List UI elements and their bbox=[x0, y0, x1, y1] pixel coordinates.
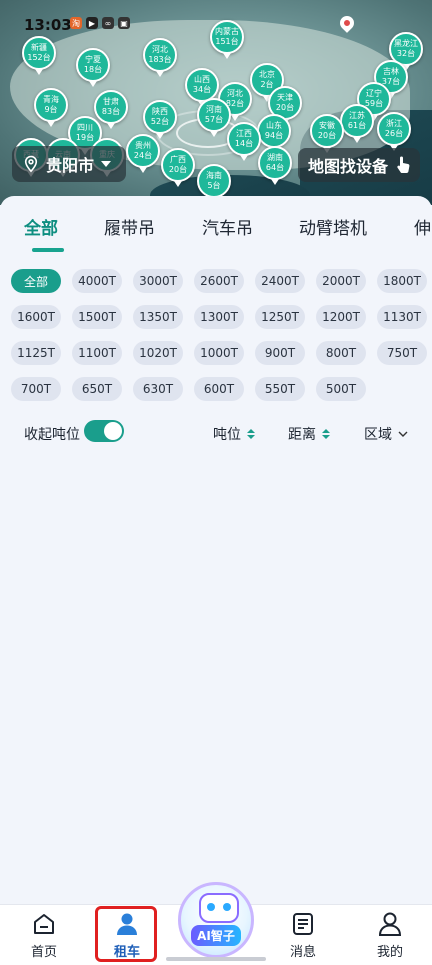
ai-assistant-button[interactable]: AI智子 bbox=[178, 882, 254, 958]
location-icon bbox=[24, 155, 38, 173]
message-icon bbox=[293, 913, 313, 935]
province-map[interactable]: 13:03 淘 ▶ ∞ ▣ 新疆 152台 宁夏 18台 河北 183台 内蒙古 151… bbox=[0, 0, 432, 205]
city-name: 贵阳市 bbox=[46, 156, 95, 175]
nav-home[interactable]: 首页 bbox=[14, 911, 74, 960]
tab-all[interactable]: 全部 bbox=[24, 214, 58, 239]
province-pin[interactable]: 宁夏 18台 bbox=[76, 48, 110, 87]
tonnage-chip[interactable]: 2400T bbox=[255, 269, 305, 293]
tonnage-chip[interactable]: 1250T bbox=[255, 305, 305, 329]
sort-distance[interactable]: 距离 bbox=[288, 424, 330, 444]
tonnage-chip[interactable]: 1000T bbox=[194, 341, 244, 365]
caret-down-icon bbox=[101, 161, 112, 167]
sort-tonnage[interactable]: 吨位 bbox=[213, 424, 255, 444]
tonnage-chip[interactable]: 1300T bbox=[194, 305, 244, 329]
link-icon: ∞ bbox=[102, 17, 114, 29]
tonnage-chip[interactable]: 2600T bbox=[194, 269, 244, 293]
tonnage-chip[interactable]: 1130T bbox=[377, 305, 427, 329]
tab-telescopic[interactable]: 伸 bbox=[414, 214, 431, 239]
province-pin[interactable]: 河北 183台 bbox=[143, 38, 177, 77]
nav-mine[interactable]: 我的 bbox=[360, 911, 420, 960]
tab-luffing-tower-crane[interactable]: 动臂塔机 bbox=[299, 214, 367, 239]
tonnage-chip[interactable]: 1125T bbox=[11, 341, 61, 365]
app-icon: ▣ bbox=[118, 17, 130, 29]
sort-distance-label: 距离 bbox=[288, 427, 316, 443]
province-pin[interactable]: 广西 20台 bbox=[161, 148, 195, 187]
province-pin[interactable]: 湖南 64台 bbox=[258, 146, 292, 185]
tonnage-chip[interactable]: 2000T bbox=[316, 269, 366, 293]
status-icons: 淘 ▶ ∞ ▣ bbox=[70, 17, 130, 29]
province-pin[interactable]: 安徽 20台 bbox=[310, 114, 344, 153]
tonnage-chip[interactable]: 全部 bbox=[11, 269, 61, 293]
province-pin[interactable]: 江西 14台 bbox=[227, 122, 261, 161]
nav-mine-label: 我的 bbox=[376, 945, 403, 960]
profile-icon bbox=[378, 912, 402, 936]
tab-truck-crane[interactable]: 汽车吊 bbox=[202, 214, 253, 239]
region-filter[interactable]: 区域 bbox=[364, 424, 408, 444]
filter-row: 收起吨位 吨位 距离 区域 bbox=[0, 420, 432, 446]
sort-tonnage-label: 吨位 bbox=[213, 427, 241, 443]
tonnage-chip[interactable]: 700T bbox=[11, 377, 61, 401]
tonnage-chip[interactable]: 1020T bbox=[133, 341, 183, 365]
tonnage-chip[interactable]: 500T bbox=[316, 377, 366, 401]
tonnage-chip[interactable]: 600T bbox=[194, 377, 244, 401]
tap-hand-icon bbox=[397, 156, 410, 173]
tonnage-chip[interactable]: 4000T bbox=[72, 269, 122, 293]
notification-icon: 淘 bbox=[70, 17, 82, 29]
tonnage-chip[interactable]: 1350T bbox=[133, 305, 183, 329]
province-pin[interactable]: 内蒙古 151台 bbox=[210, 20, 244, 59]
rental-panel: 全部 履带吊 汽车吊 动臂塔机 伸 全部 4000T 3000T 2600T 2… bbox=[0, 196, 432, 906]
province-pin[interactable]: 陕西 52台 bbox=[143, 100, 177, 139]
play-icon: ▶ bbox=[86, 17, 98, 29]
tab-crawler-crane[interactable]: 履带吊 bbox=[104, 214, 155, 239]
home-indicator bbox=[166, 957, 266, 961]
robot-eye-left bbox=[207, 903, 215, 911]
province-pin[interactable]: 江苏 61台 bbox=[340, 104, 374, 143]
robot-eye-right bbox=[223, 903, 231, 911]
province-pin[interactable]: 河南 57台 bbox=[197, 98, 231, 137]
collapse-tonnage-toggle[interactable] bbox=[84, 420, 124, 442]
province-pin[interactable]: 甘肃 83台 bbox=[94, 90, 128, 129]
tonnage-chip[interactable]: 800T bbox=[316, 341, 366, 365]
map-find-device-button[interactable]: 地图找设备 bbox=[297, 148, 420, 182]
sort-arrows-icon bbox=[322, 429, 330, 439]
category-tabs: 全部 履带吊 汽车吊 动臂塔机 伸 bbox=[0, 196, 432, 254]
tonnage-chip[interactable]: 1200T bbox=[316, 305, 366, 329]
collapse-tonnage-label: 收起吨位 bbox=[24, 427, 80, 443]
city-selector[interactable]: 贵阳市 bbox=[12, 146, 127, 182]
tonnage-chip[interactable]: 1100T bbox=[72, 341, 122, 365]
rent-tab-highlight bbox=[95, 906, 157, 962]
province-pin[interactable]: 贵州 24台 bbox=[126, 134, 160, 173]
tonnage-chip[interactable]: 630T bbox=[133, 377, 183, 401]
tonnage-chip[interactable]: 3000T bbox=[133, 269, 183, 293]
map-find-device-label: 地图找设备 bbox=[307, 157, 388, 176]
ai-assistant-label: AI智子 bbox=[191, 925, 241, 946]
home-icon bbox=[34, 914, 54, 934]
tonnage-chip[interactable]: 900T bbox=[255, 341, 305, 365]
province-pin[interactable]: 山东 94台 bbox=[257, 114, 291, 153]
province-pin[interactable]: 山西 34台 bbox=[185, 68, 219, 107]
nav-messages[interactable]: 消息 bbox=[273, 911, 333, 960]
status-time: 13:03 bbox=[24, 16, 72, 34]
tonnage-chip[interactable]: 550T bbox=[255, 377, 305, 401]
province-pin[interactable]: 新疆 152台 bbox=[22, 36, 56, 75]
province-pin[interactable]: 浙江 26台 bbox=[377, 112, 411, 151]
robot-icon bbox=[199, 893, 239, 923]
tonnage-chip[interactable]: 1800T bbox=[377, 269, 427, 293]
tonnage-chip-list: 全部 4000T 3000T 2600T 2400T 2000T 1800T 1… bbox=[11, 269, 427, 401]
tonnage-chip[interactable]: 650T bbox=[72, 377, 122, 401]
tonnage-chip[interactable]: 750T bbox=[377, 341, 427, 365]
sort-arrows-icon bbox=[247, 429, 255, 439]
region-filter-label: 区域 bbox=[364, 427, 392, 443]
active-tab-indicator bbox=[32, 248, 64, 252]
nav-home-label: 首页 bbox=[30, 945, 57, 960]
chevron-down-icon bbox=[398, 431, 408, 437]
tonnage-chip[interactable]: 1600T bbox=[11, 305, 61, 329]
nav-messages-label: 消息 bbox=[289, 945, 316, 960]
province-pin[interactable]: 青海 9台 bbox=[34, 88, 68, 127]
tonnage-chip[interactable]: 1500T bbox=[72, 305, 122, 329]
location-marker-icon bbox=[337, 13, 357, 33]
province-pin[interactable]: 海南 5台 bbox=[197, 164, 231, 203]
